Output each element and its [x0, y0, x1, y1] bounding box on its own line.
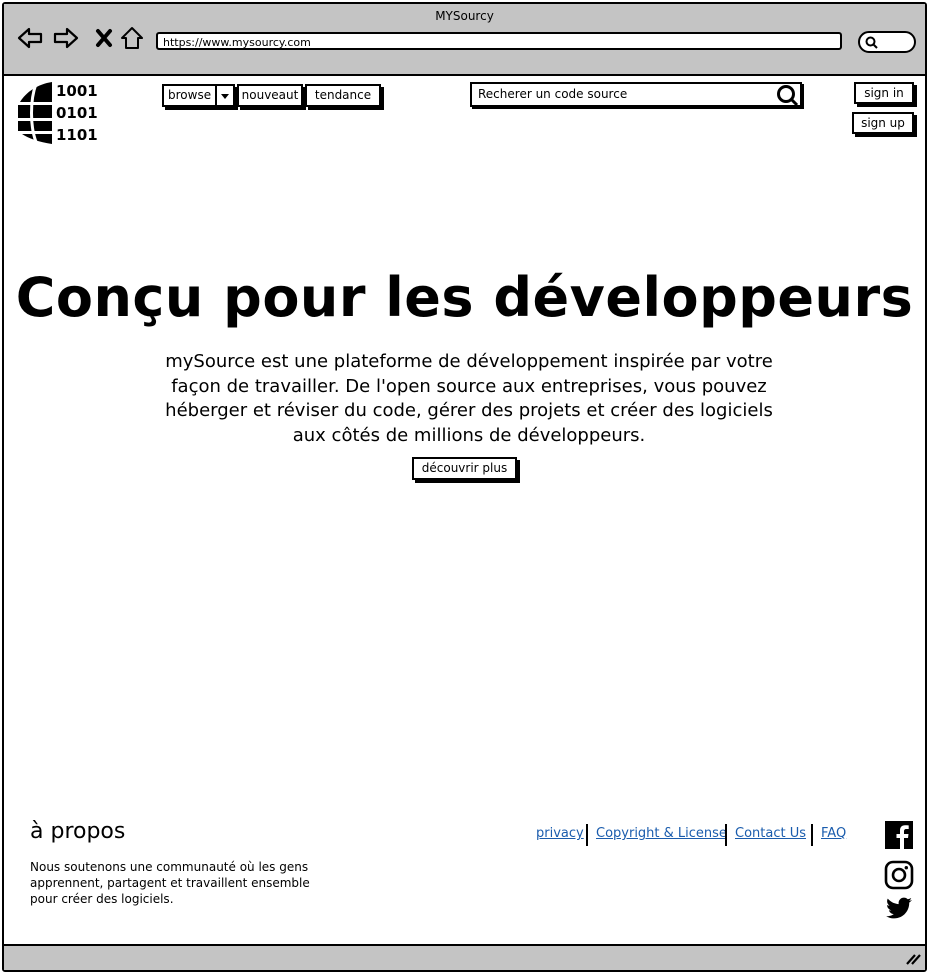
- browser-window: MYSourcy https://www.mysourcy.com 1001 0…: [2, 2, 927, 972]
- home-icon[interactable]: [118, 24, 146, 52]
- facebook-icon[interactable]: [884, 820, 914, 850]
- footer-link-privacy[interactable]: privacy: [536, 826, 584, 841]
- hero-title: Conçu pour les développeurs: [15, 266, 914, 329]
- link-separator: [586, 824, 588, 846]
- sign-up-button[interactable]: sign up: [852, 112, 914, 134]
- magnifier-icon: [865, 36, 878, 49]
- logo-line: 0101: [56, 104, 98, 122]
- chevron-down-icon: [215, 86, 233, 105]
- about-title: à propos: [30, 819, 126, 844]
- window-title: MYSourcy: [435, 9, 494, 23]
- browse-label: browse: [168, 88, 212, 102]
- browser-status-bar: [4, 944, 925, 970]
- logo-line: 1001: [56, 82, 98, 100]
- logo-binary-text: 1001 0101 1101: [56, 80, 98, 146]
- privacy-link[interactable]: privacy: [536, 826, 584, 841]
- search-input[interactable]: Recherer un code source: [470, 82, 802, 107]
- browser-titlebar: MYSourcy https://www.mysourcy.com: [4, 4, 925, 76]
- footer-link-faq[interactable]: FAQ: [821, 826, 846, 841]
- twitter-icon[interactable]: [884, 894, 914, 924]
- about-text: Nous soutenons une communauté où les gen…: [30, 860, 310, 906]
- link-separator: [811, 824, 813, 846]
- copyright-link[interactable]: Copyright & License: [596, 826, 727, 841]
- url-bar[interactable]: https://www.mysourcy.com: [156, 32, 842, 50]
- resize-handle-icon[interactable]: [905, 951, 921, 965]
- trending-button[interactable]: tendance: [305, 84, 381, 107]
- back-icon[interactable]: [16, 24, 44, 52]
- instagram-icon[interactable]: [884, 860, 914, 890]
- browse-dropdown[interactable]: browse: [162, 84, 235, 107]
- logo-line: 1101: [56, 126, 98, 144]
- search-icon[interactable]: [776, 84, 800, 106]
- new-button[interactable]: nouveaut: [237, 84, 303, 107]
- footer-link-contact[interactable]: Contact Us: [735, 826, 806, 841]
- close-icon[interactable]: [90, 24, 118, 52]
- link-separator: [725, 824, 727, 846]
- globe-logo-icon: [18, 82, 52, 144]
- hero-description: mySource est une plateforme de développe…: [165, 351, 773, 446]
- browser-search-button[interactable]: [858, 31, 916, 53]
- footer-link-copyright[interactable]: Copyright & License: [596, 826, 727, 841]
- forward-icon[interactable]: [52, 24, 80, 52]
- faq-link[interactable]: FAQ: [821, 826, 846, 841]
- sign-in-button[interactable]: sign in: [854, 82, 914, 104]
- contact-link[interactable]: Contact Us: [735, 826, 806, 841]
- discover-more-button[interactable]: découvrir plus: [412, 457, 517, 480]
